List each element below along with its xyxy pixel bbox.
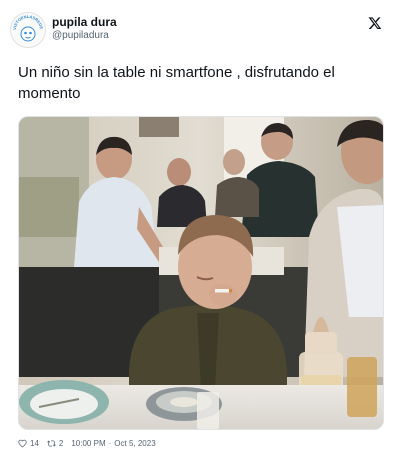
author-name[interactable]: pupila dura: [52, 15, 117, 29]
heart-icon: [18, 439, 27, 448]
retweet-icon: [47, 439, 56, 447]
avatar-icon: VISTOENLASREDES: [11, 13, 45, 47]
tweet-media-photo[interactable]: [18, 116, 384, 430]
restaurant-photo: [19, 117, 383, 429]
like-stat[interactable]: 14: [18, 439, 39, 448]
retweet-stat[interactable]: 2: [47, 439, 63, 448]
author-avatar[interactable]: VISTOENLASREDES: [10, 12, 46, 48]
tweet-card: VISTOENLASREDES pupila dura @pupiladura …: [0, 0, 400, 460]
retweet-count: 2: [58, 438, 64, 448]
like-count: 14: [30, 438, 39, 448]
separator-dot: ·: [108, 438, 112, 448]
tweet-footer: 14 2 10:00 PM · Oct 5, 2023: [18, 436, 382, 450]
tweet-time[interactable]: 10:00 PM: [71, 439, 105, 448]
tweet-text: Un niño sin la table ni smartfone , disf…: [18, 64, 335, 102]
author-handle[interactable]: @pupiladura: [52, 30, 109, 41]
x-logo-icon[interactable]: [368, 16, 382, 30]
tweet-date[interactable]: Oct 5, 2023: [114, 439, 155, 448]
